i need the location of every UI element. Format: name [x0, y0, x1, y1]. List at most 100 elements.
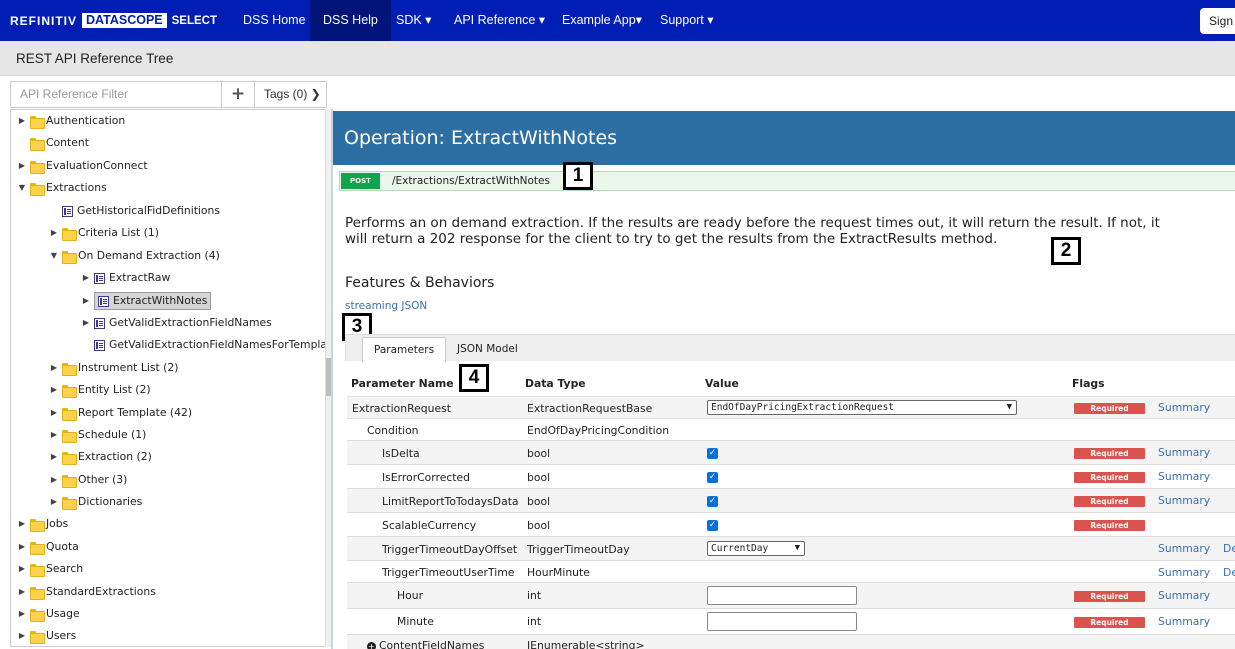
expand-arrow-icon[interactable]: ▶: [17, 582, 27, 602]
tree-node-schedule[interactable]: ▶ Schedule (1): [49, 425, 146, 445]
nav-support[interactable]: Support ▾: [647, 0, 727, 41]
param-name: ExtractionRequest: [352, 402, 451, 415]
param-name: LimitReportToTodaysData: [382, 495, 519, 508]
column-header-parameter-name: Parameter Name: [351, 377, 454, 390]
limitreporttotodaysdata-checkbox[interactable]: ✓: [707, 496, 718, 507]
tree-node-extractwithnotes[interactable]: ▶ ExtractWithNotes: [81, 291, 212, 311]
expand-row[interactable]: + ContentFieldNames: [367, 639, 484, 649]
collapse-arrow-icon[interactable]: ▼: [17, 178, 27, 198]
nav-dss-help[interactable]: DSS Help: [310, 0, 391, 41]
tree-node-extractraw[interactable]: ▶ ExtractRaw: [81, 268, 170, 288]
tree-node-getvalidextractionfieldnames[interactable]: ▶ GetValidExtractionFieldNames: [81, 313, 272, 333]
summary-link[interactable]: Summary: [1158, 566, 1210, 579]
expand-arrow-icon[interactable]: ▶: [17, 559, 27, 579]
http-method-badge: POST: [341, 173, 380, 189]
tree-node-on-demand-extraction[interactable]: ▼ On Demand Extraction (4): [49, 246, 220, 266]
hour-input[interactable]: [707, 586, 857, 605]
tree-node-jobs[interactable]: ▶ Jobs: [17, 514, 68, 534]
expand-arrow-icon[interactable]: ▶: [49, 223, 59, 243]
expand-arrow-icon[interactable]: ▶: [49, 492, 59, 512]
chevron-down-icon: ▼: [794, 543, 800, 553]
param-name: Hour: [397, 589, 424, 602]
expand-arrow-icon[interactable]: ▶: [49, 380, 59, 400]
expand-arrow-icon[interactable]: ▶: [49, 470, 59, 490]
nav-example-app[interactable]: Example App▾: [549, 0, 655, 41]
table-row: TriggerTimeoutUserTime HourMinute Summar…: [347, 560, 1235, 582]
tree-node-label: Search: [46, 562, 84, 575]
tree-node-evaluationconnect[interactable]: ▶ EvaluationConnect: [17, 156, 148, 176]
tree-node-gethistoricalfiddefinitions[interactable]: GetHistoricalFidDefinitions: [49, 201, 220, 221]
summary-link[interactable]: Summary: [1158, 446, 1210, 459]
nav-api-reference[interactable]: API Reference ▾: [441, 0, 558, 41]
collapse-arrow-icon[interactable]: ▼: [49, 246, 59, 266]
tree-node-report-template[interactable]: ▶ Report Template (42): [49, 403, 192, 423]
param-type: HourMinute: [527, 566, 590, 579]
summary-link[interactable]: Summary: [1158, 542, 1210, 555]
refinitiv-logo[interactable]: REFINITIV DATASCOPE SELECT: [10, 13, 217, 28]
tree-node-authentication[interactable]: ▶ Authentication: [17, 111, 125, 131]
tree-node-users[interactable]: ▶ Users: [17, 626, 76, 646]
folder-icon: [30, 115, 45, 129]
tree-node-instrument-list[interactable]: ▶ Instrument List (2): [49, 358, 178, 378]
param-name: IsDelta: [382, 447, 420, 460]
expand-arrow-icon[interactable]: ▶: [17, 626, 27, 646]
tags-dropdown-button[interactable]: Tags (0) ❯: [255, 81, 327, 108]
isdelta-checkbox[interactable]: ✓: [707, 448, 718, 459]
trigger-timeout-day-select[interactable]: CurrentDay ▼: [707, 541, 805, 556]
summary-link[interactable]: Summary: [1158, 494, 1210, 507]
tabs-bar: Parameters JSON Model: [345, 334, 1235, 362]
expand-arrow-icon[interactable]: ▶: [49, 358, 59, 378]
tree-node-quota[interactable]: ▶ Quota: [17, 537, 79, 557]
scalablecurrency-checkbox[interactable]: ✓: [707, 520, 718, 531]
api-filter-input[interactable]: API Reference Filter: [10, 81, 222, 108]
tree-node-getvalidextractionfieldnamesfortemplate[interactable]: GetValidExtractionFieldNamesForTemplat: [81, 335, 325, 355]
nav-dss-home[interactable]: DSS Home: [230, 0, 319, 41]
param-type: EndOfDayPricingCondition: [527, 424, 670, 437]
param-type: ExtractionRequestBase: [527, 402, 653, 415]
expand-arrow-icon[interactable]: ▶: [49, 403, 59, 423]
expand-arrow-icon[interactable]: ▶: [17, 537, 27, 557]
summary-link[interactable]: Summary: [1158, 589, 1210, 602]
sign-in-button[interactable]: Sign: [1200, 8, 1235, 34]
streaming-json-link[interactable]: streaming JSON: [345, 300, 427, 312]
expand-arrow-icon[interactable]: ▶: [17, 156, 27, 176]
tree-node-entity-list[interactable]: ▶ Entity List (2): [49, 380, 151, 400]
extraction-request-select[interactable]: EndOfDayPricingExtractionRequest ▼: [707, 400, 1017, 415]
expand-arrow-icon[interactable]: ▶: [17, 604, 27, 624]
expand-arrow-icon[interactable]: ▶: [49, 447, 59, 467]
details-link[interactable]: De: [1223, 566, 1235, 579]
param-type: bool: [527, 447, 551, 460]
expand-arrow-icon[interactable]: ▶: [49, 425, 59, 445]
tree-node-criteria-list[interactable]: ▶ Criteria List (1): [49, 223, 159, 243]
required-badge: Required: [1074, 403, 1145, 414]
expand-arrow-icon[interactable]: ▶: [17, 514, 27, 534]
iserrorcorrected-checkbox[interactable]: ✓: [707, 472, 718, 483]
expand-arrow-icon[interactable]: ▶: [81, 268, 91, 288]
tree-node-usage[interactable]: ▶ Usage: [17, 604, 80, 624]
tree-node-extraction[interactable]: ▶ Extraction (2): [49, 447, 152, 467]
expand-arrow-icon[interactable]: ▶: [17, 111, 27, 131]
tree-node-extractions[interactable]: ▼ Extractions: [17, 178, 107, 198]
tree-node-search[interactable]: ▶ Search: [17, 559, 83, 579]
select-value: CurrentDay: [711, 543, 769, 554]
minute-input[interactable]: [707, 612, 857, 631]
tree-node-content[interactable]: Content: [17, 133, 89, 153]
folder-icon: [30, 182, 45, 196]
tab-parameters[interactable]: Parameters: [362, 337, 447, 362]
summary-link[interactable]: Summary: [1158, 615, 1210, 628]
tree-node-other[interactable]: ▶ Other (3): [49, 470, 127, 490]
tree-node-label: Criteria List (1): [78, 226, 159, 239]
summary-link[interactable]: Summary: [1158, 401, 1210, 414]
folder-icon: [30, 137, 45, 151]
tree-node-dictionaries[interactable]: ▶ Dictionaries: [49, 492, 142, 512]
details-link[interactable]: De: [1223, 542, 1235, 555]
expand-arrow-icon[interactable]: ▶: [81, 291, 91, 311]
nav-sdk[interactable]: SDK ▾: [383, 0, 444, 41]
tree-node-label: GetValidExtractionFieldNames: [109, 316, 272, 329]
tab-json-model[interactable]: JSON Model: [446, 337, 529, 362]
summary-link[interactable]: Summary: [1158, 470, 1210, 483]
tree-node-standardextractions[interactable]: ▶ StandardExtractions: [17, 582, 156, 602]
add-filter-button[interactable]: +: [222, 81, 255, 108]
expand-arrow-icon[interactable]: ▶: [81, 313, 91, 333]
plus-circle-icon[interactable]: +: [367, 642, 376, 649]
